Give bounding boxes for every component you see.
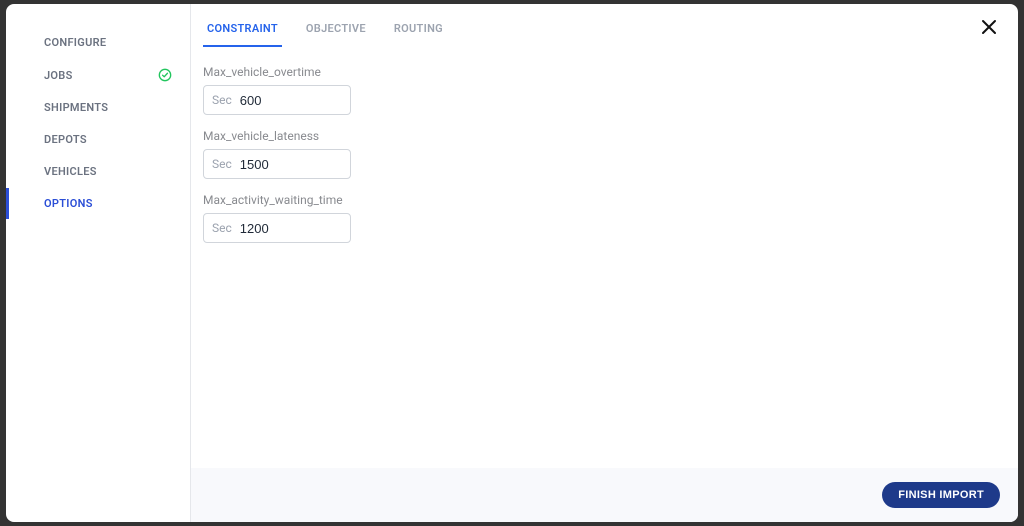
close-button[interactable]: [980, 20, 998, 38]
sidebar-item-label: VEHICLES: [44, 165, 97, 178]
tabs: CONSTRAINT OBJECTIVE ROUTING: [191, 4, 1018, 47]
sidebar-item-label: CONFIGURE: [44, 36, 106, 49]
tab-constraint[interactable]: CONSTRAINT: [203, 16, 282, 47]
field-max-vehicle-lateness: Max_vehicle_lateness Sec: [203, 129, 1006, 179]
sidebar-item-options[interactable]: OPTIONS: [6, 188, 190, 219]
sidebar-item-jobs[interactable]: JOBS: [6, 59, 190, 91]
check-circle-icon: [158, 68, 172, 82]
input-prefix: Sec: [212, 221, 232, 235]
input-wrap[interactable]: Sec: [203, 213, 351, 243]
sidebar-item-label: DEPOTS: [44, 133, 87, 146]
finish-import-button[interactable]: FINISH IMPORT: [882, 482, 1000, 508]
sidebar-item-shipments[interactable]: SHIPMENTS: [6, 92, 190, 123]
max-vehicle-overtime-input[interactable]: [240, 93, 342, 108]
close-icon: [981, 19, 997, 39]
input-prefix: Sec: [212, 157, 232, 171]
field-max-activity-waiting-time: Max_activity_waiting_time Sec: [203, 193, 1006, 243]
main-panel: CONSTRAINT OBJECTIVE ROUTING Max_vehicle…: [191, 4, 1018, 522]
field-label: Max_activity_waiting_time: [203, 193, 1006, 207]
field-max-vehicle-overtime: Max_vehicle_overtime Sec: [203, 65, 1006, 115]
field-label: Max_vehicle_lateness: [203, 129, 1006, 143]
sidebar-item-depots[interactable]: DEPOTS: [6, 124, 190, 155]
tab-objective[interactable]: OBJECTIVE: [302, 16, 370, 47]
max-vehicle-lateness-input[interactable]: [240, 157, 342, 172]
input-prefix: Sec: [212, 93, 232, 107]
tab-routing[interactable]: ROUTING: [390, 16, 447, 47]
sidebar-item-configure[interactable]: CONFIGURE: [6, 27, 190, 58]
sidebar-item-label: JOBS: [44, 69, 73, 82]
sidebar-item-label: SHIPMENTS: [44, 101, 108, 114]
input-wrap[interactable]: Sec: [203, 149, 351, 179]
input-wrap[interactable]: Sec: [203, 85, 351, 115]
import-modal: CONFIGURE JOBS SHIPMENTS DEPOTS VEHICLES…: [6, 4, 1018, 522]
field-label: Max_vehicle_overtime: [203, 65, 1006, 79]
sidebar-item-vehicles[interactable]: VEHICLES: [6, 156, 190, 187]
sidebar: CONFIGURE JOBS SHIPMENTS DEPOTS VEHICLES…: [6, 4, 191, 522]
max-activity-waiting-time-input[interactable]: [240, 221, 342, 236]
content: Max_vehicle_overtime Sec Max_vehicle_lat…: [191, 47, 1018, 468]
sidebar-item-label: OPTIONS: [44, 197, 93, 210]
footer: FINISH IMPORT: [191, 468, 1018, 522]
